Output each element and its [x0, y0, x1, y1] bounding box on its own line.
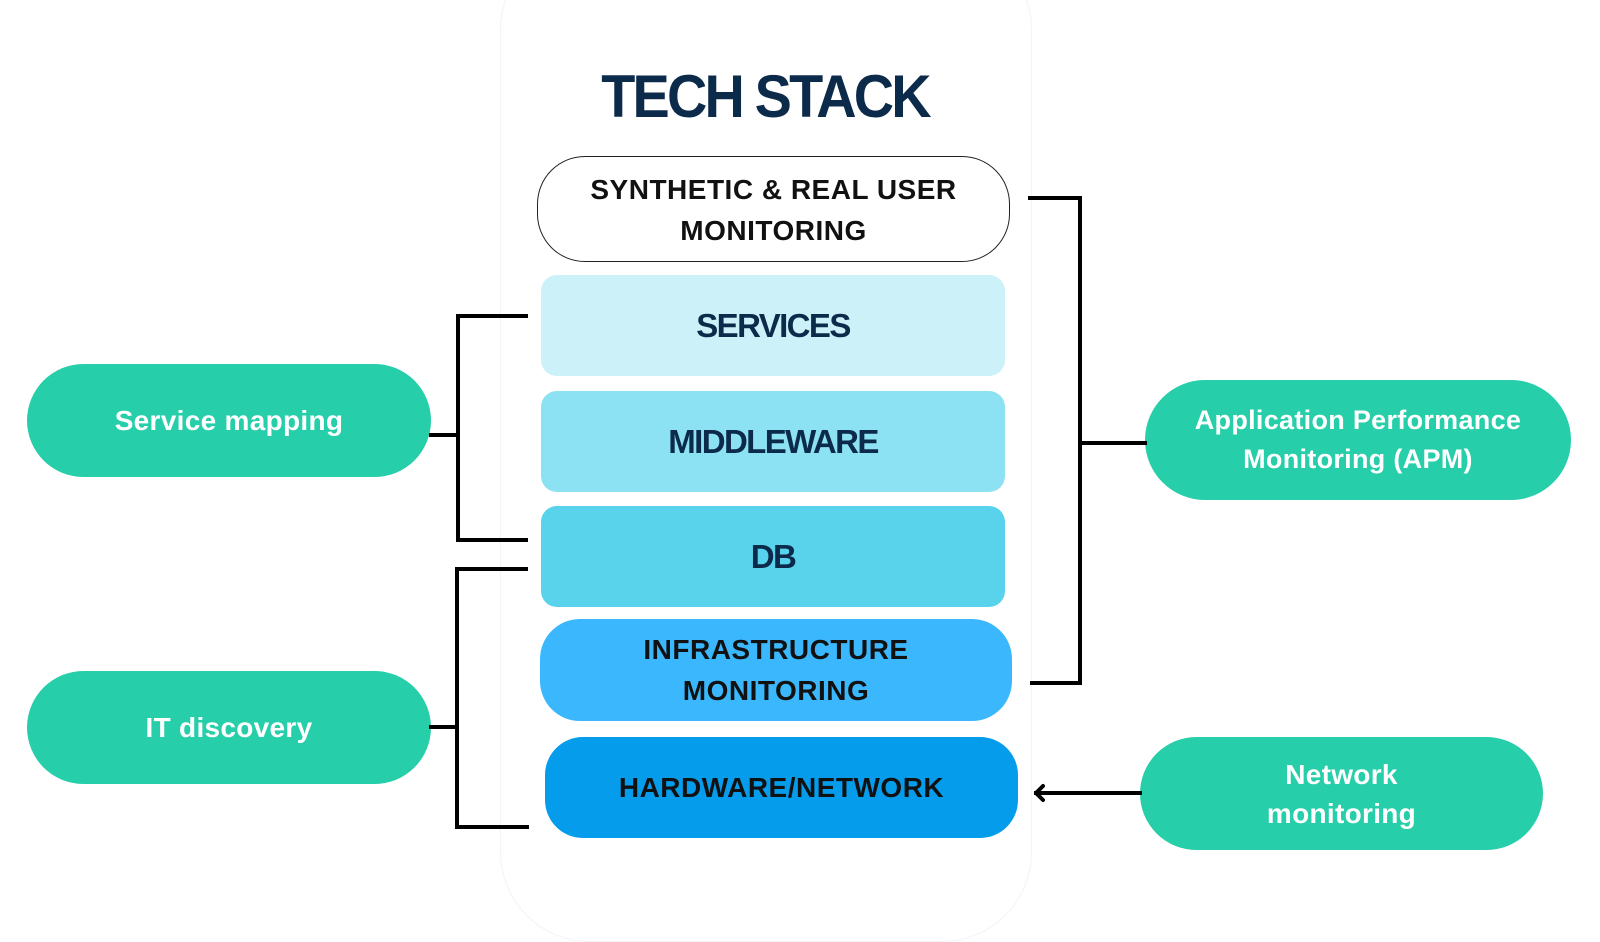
layer-hardware-network: HARDWARE/NETWORK — [545, 737, 1018, 838]
layer-services: SERVICES — [541, 275, 1005, 376]
capability-apm: Application Performance Monitoring (APM) — [1145, 380, 1571, 500]
capability-label-line: monitoring — [1266, 797, 1417, 829]
capability-it-discovery: IT discovery — [27, 671, 431, 784]
layer-infrastructure-monitoring: INFRASTRUCTURE MONITORING — [540, 619, 1012, 721]
arrow-head-icon — [1034, 784, 1045, 802]
layer-label: MIDDLEWARE — [668, 422, 879, 460]
diagram-title: TECH STACK — [601, 63, 931, 130]
layer-label: SERVICES — [696, 306, 851, 344]
layer-label: HARDWARE/NETWORK — [618, 771, 945, 803]
layer-label: DB — [750, 537, 797, 575]
capability-label-line: Network — [1285, 758, 1398, 790]
capability-label: Service mapping — [114, 405, 344, 436]
capability-label: IT discovery — [145, 712, 313, 743]
layer-synthetic-real-user-monitoring: SYNTHETIC & REAL USER MONITORING — [537, 156, 1010, 262]
capability-network-monitoring: Network monitoring — [1140, 737, 1543, 850]
capability-label-line: Monitoring (APM) — [1243, 444, 1473, 474]
layer-middleware: MIDDLEWARE — [541, 391, 1005, 492]
capability-label-line: Application Performance — [1194, 405, 1522, 435]
layer-label-line: MONITORING — [680, 215, 867, 246]
layer-label-line: SYNTHETIC & REAL USER — [590, 174, 957, 205]
capability-service-mapping: Service mapping — [27, 364, 431, 477]
layer-db: DB — [541, 506, 1005, 607]
layer-label-line: MONITORING — [682, 675, 870, 706]
bracket-apm — [1028, 196, 1082, 685]
layer-label-line: INFRASTRUCTURE — [643, 634, 909, 665]
